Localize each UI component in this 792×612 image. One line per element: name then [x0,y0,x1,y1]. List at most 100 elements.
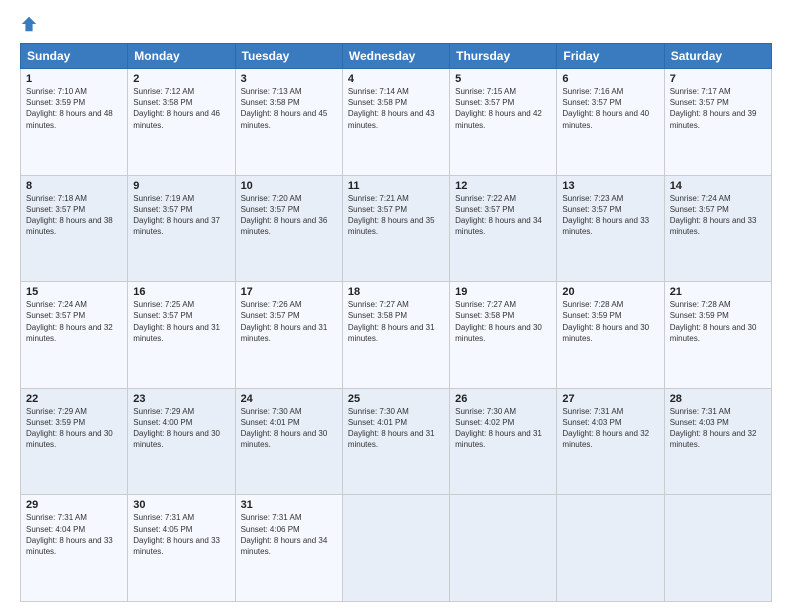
weekday-header: Tuesday [235,44,342,69]
day-number: 5 [455,73,551,85]
calendar-header-row: SundayMondayTuesdayWednesdayThursdayFrid… [21,44,772,69]
weekday-header: Sunday [21,44,128,69]
calendar-body: 1Sunrise: 7:10 AMSunset: 3:59 PMDaylight… [21,69,772,602]
day-number: 7 [670,73,766,85]
day-number: 15 [26,286,122,298]
day-number: 1 [26,73,122,85]
calendar-cell: 3Sunrise: 7:13 AMSunset: 3:58 PMDaylight… [235,69,342,176]
calendar-cell: 16Sunrise: 7:25 AMSunset: 3:57 PMDayligh… [128,282,235,389]
calendar-cell: 12Sunrise: 7:22 AMSunset: 3:57 PMDayligh… [450,175,557,282]
weekday-header: Friday [557,44,664,69]
logo-text [20,15,40,33]
calendar-cell: 28Sunrise: 7:31 AMSunset: 4:03 PMDayligh… [664,388,771,495]
day-number: 22 [26,393,122,405]
day-number: 3 [241,73,337,85]
day-info: Sunrise: 7:31 AMSunset: 4:06 PMDaylight:… [241,512,337,557]
calendar-week-row: 1Sunrise: 7:10 AMSunset: 3:59 PMDaylight… [21,69,772,176]
day-number: 24 [241,393,337,405]
day-number: 18 [348,286,444,298]
day-info: Sunrise: 7:31 AMSunset: 4:03 PMDaylight:… [562,406,658,451]
calendar-cell: 24Sunrise: 7:30 AMSunset: 4:01 PMDayligh… [235,388,342,495]
day-info: Sunrise: 7:10 AMSunset: 3:59 PMDaylight:… [26,86,122,131]
calendar-cell: 23Sunrise: 7:29 AMSunset: 4:00 PMDayligh… [128,388,235,495]
day-info: Sunrise: 7:25 AMSunset: 3:57 PMDaylight:… [133,299,229,344]
weekday-header: Thursday [450,44,557,69]
day-info: Sunrise: 7:23 AMSunset: 3:57 PMDaylight:… [562,193,658,238]
logo-icon [20,15,38,33]
day-number: 2 [133,73,229,85]
calendar-cell: 17Sunrise: 7:26 AMSunset: 3:57 PMDayligh… [235,282,342,389]
day-info: Sunrise: 7:28 AMSunset: 3:59 PMDaylight:… [562,299,658,344]
day-info: Sunrise: 7:27 AMSunset: 3:58 PMDaylight:… [455,299,551,344]
day-number: 21 [670,286,766,298]
calendar-cell: 13Sunrise: 7:23 AMSunset: 3:57 PMDayligh… [557,175,664,282]
calendar-cell: 22Sunrise: 7:29 AMSunset: 3:59 PMDayligh… [21,388,128,495]
day-number: 9 [133,180,229,192]
day-number: 28 [670,393,766,405]
calendar-cell: 1Sunrise: 7:10 AMSunset: 3:59 PMDaylight… [21,69,128,176]
day-number: 26 [455,393,551,405]
day-info: Sunrise: 7:26 AMSunset: 3:57 PMDaylight:… [241,299,337,344]
day-number: 6 [562,73,658,85]
calendar-cell: 26Sunrise: 7:30 AMSunset: 4:02 PMDayligh… [450,388,557,495]
calendar-cell: 29Sunrise: 7:31 AMSunset: 4:04 PMDayligh… [21,495,128,602]
calendar-cell: 6Sunrise: 7:16 AMSunset: 3:57 PMDaylight… [557,69,664,176]
day-info: Sunrise: 7:14 AMSunset: 3:58 PMDaylight:… [348,86,444,131]
day-number: 11 [348,180,444,192]
day-info: Sunrise: 7:13 AMSunset: 3:58 PMDaylight:… [241,86,337,131]
day-number: 10 [241,180,337,192]
day-info: Sunrise: 7:20 AMSunset: 3:57 PMDaylight:… [241,193,337,238]
calendar-cell: 31Sunrise: 7:31 AMSunset: 4:06 PMDayligh… [235,495,342,602]
day-number: 23 [133,393,229,405]
calendar-cell: 2Sunrise: 7:12 AMSunset: 3:58 PMDaylight… [128,69,235,176]
calendar-cell [450,495,557,602]
calendar-cell: 18Sunrise: 7:27 AMSunset: 3:58 PMDayligh… [342,282,449,389]
day-info: Sunrise: 7:19 AMSunset: 3:57 PMDaylight:… [133,193,229,238]
header [20,15,772,33]
day-info: Sunrise: 7:16 AMSunset: 3:57 PMDaylight:… [562,86,658,131]
calendar-cell: 20Sunrise: 7:28 AMSunset: 3:59 PMDayligh… [557,282,664,389]
calendar-cell [664,495,771,602]
day-info: Sunrise: 7:29 AMSunset: 3:59 PMDaylight:… [26,406,122,451]
day-number: 20 [562,286,658,298]
day-number: 25 [348,393,444,405]
calendar-cell: 5Sunrise: 7:15 AMSunset: 3:57 PMDaylight… [450,69,557,176]
day-info: Sunrise: 7:27 AMSunset: 3:58 PMDaylight:… [348,299,444,344]
calendar-cell: 8Sunrise: 7:18 AMSunset: 3:57 PMDaylight… [21,175,128,282]
day-info: Sunrise: 7:31 AMSunset: 4:05 PMDaylight:… [133,512,229,557]
day-number: 12 [455,180,551,192]
calendar-cell: 27Sunrise: 7:31 AMSunset: 4:03 PMDayligh… [557,388,664,495]
calendar-week-row: 15Sunrise: 7:24 AMSunset: 3:57 PMDayligh… [21,282,772,389]
day-info: Sunrise: 7:22 AMSunset: 3:57 PMDaylight:… [455,193,551,238]
day-number: 31 [241,499,337,511]
calendar-cell: 30Sunrise: 7:31 AMSunset: 4:05 PMDayligh… [128,495,235,602]
day-info: Sunrise: 7:31 AMSunset: 4:04 PMDaylight:… [26,512,122,557]
calendar-cell: 15Sunrise: 7:24 AMSunset: 3:57 PMDayligh… [21,282,128,389]
day-info: Sunrise: 7:21 AMSunset: 3:57 PMDaylight:… [348,193,444,238]
day-info: Sunrise: 7:17 AMSunset: 3:57 PMDaylight:… [670,86,766,131]
day-info: Sunrise: 7:24 AMSunset: 3:57 PMDaylight:… [26,299,122,344]
day-info: Sunrise: 7:29 AMSunset: 4:00 PMDaylight:… [133,406,229,451]
calendar-week-row: 29Sunrise: 7:31 AMSunset: 4:04 PMDayligh… [21,495,772,602]
calendar-cell: 7Sunrise: 7:17 AMSunset: 3:57 PMDaylight… [664,69,771,176]
day-number: 30 [133,499,229,511]
weekday-header: Saturday [664,44,771,69]
calendar-cell: 10Sunrise: 7:20 AMSunset: 3:57 PMDayligh… [235,175,342,282]
calendar-cell: 11Sunrise: 7:21 AMSunset: 3:57 PMDayligh… [342,175,449,282]
calendar-cell: 21Sunrise: 7:28 AMSunset: 3:59 PMDayligh… [664,282,771,389]
weekday-header: Wednesday [342,44,449,69]
day-number: 19 [455,286,551,298]
day-info: Sunrise: 7:18 AMSunset: 3:57 PMDaylight:… [26,193,122,238]
day-number: 13 [562,180,658,192]
day-number: 27 [562,393,658,405]
calendar-cell: 19Sunrise: 7:27 AMSunset: 3:58 PMDayligh… [450,282,557,389]
day-info: Sunrise: 7:30 AMSunset: 4:01 PMDaylight:… [241,406,337,451]
calendar-cell: 4Sunrise: 7:14 AMSunset: 3:58 PMDaylight… [342,69,449,176]
calendar-cell [557,495,664,602]
calendar-week-row: 22Sunrise: 7:29 AMSunset: 3:59 PMDayligh… [21,388,772,495]
page: SundayMondayTuesdayWednesdayThursdayFrid… [0,0,792,612]
calendar-week-row: 8Sunrise: 7:18 AMSunset: 3:57 PMDaylight… [21,175,772,282]
day-number: 4 [348,73,444,85]
day-info: Sunrise: 7:30 AMSunset: 4:02 PMDaylight:… [455,406,551,451]
day-number: 8 [26,180,122,192]
